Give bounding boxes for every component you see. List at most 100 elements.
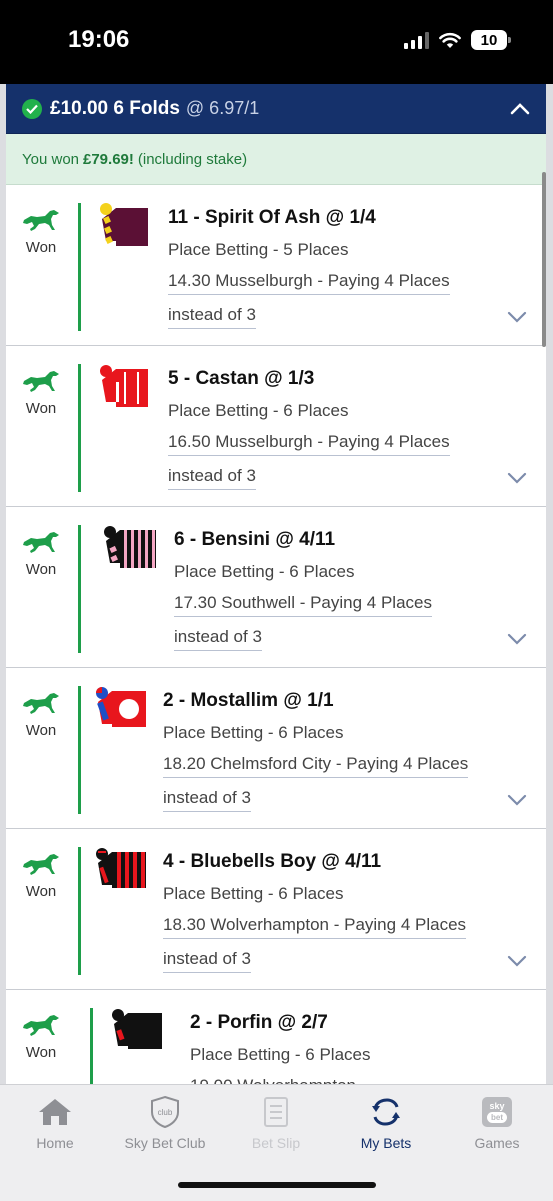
battery-icon: 10 [471,30,511,50]
jockey-silks-icon [96,848,146,888]
result-label: Won [25,883,57,900]
selection-event-note: instead of 3 [163,949,251,973]
racing-horse-icon [23,854,59,875]
jockey-silks-icon [100,365,148,407]
chevron-up-icon[interactable] [506,95,534,123]
scrollbar[interactable] [542,172,546,347]
result-indicator: Won [20,1012,62,1061]
tab-my-bets-label: My Bets [360,1135,412,1151]
selection-title: 5 - Castan @ 1/3 [168,368,315,389]
signal-icon [404,31,429,49]
racing-horse-icon [23,1015,59,1036]
tab-games-label: Games [474,1135,520,1151]
result-indicator: Won [20,690,62,739]
jockey-silks-icon [112,1009,162,1049]
selection-event: 18.20 Chelmsford City - Paying 4 Places [163,754,469,778]
result-indicator: Won [20,529,62,578]
result-indicator: Won [20,368,62,417]
selection-event-note: instead of 3 [168,466,256,490]
selection-title: 11 - Spirit Of Ash @ 1/4 [168,207,376,228]
selection-row[interactable]: Won 5 - Castan @ 1/3 Place Betting - 6 P… [6,346,546,507]
result-label: Won [25,1044,57,1061]
selection-row[interactable]: Won 6 - Bensini @ 4/11 Place Betting - 6… [6,507,546,668]
bet-header[interactable]: £10.00 6 Folds @ 6.97/1 [6,84,546,134]
selection-event-note: instead of 3 [168,305,256,329]
result-divider [78,686,81,814]
result-divider [78,364,81,492]
selection-market: Place Betting - 6 Places [190,1045,371,1064]
win-banner: You won £79.69! (including stake) [6,134,546,185]
tab-sky-bet-club-label: Sky Bet Club [124,1135,206,1151]
selection-title: 6 - Bensini @ 4/11 [174,529,336,550]
bet-panel: £10.00 6 Folds @ 6.97/1 You won £79.69! … [6,84,546,1084]
jockey-silks-icon [100,203,148,246]
selection-title: 4 - Bluebells Boy @ 4/11 [163,851,382,872]
selection-event-note: instead of 3 [163,788,251,812]
selection-title: 2 - Porfin @ 2/7 [190,1012,328,1033]
status-bar: 19:06 10 [0,0,553,84]
chevron-down-icon[interactable] [506,309,528,325]
tab-home[interactable]: Home [5,1097,105,1151]
club-badge-text: club [158,1108,173,1117]
bet-title: £10.00 6 Folds [50,97,180,119]
win-suffix: (including stake) [137,150,248,168]
result-divider [78,525,81,653]
selection-market: Place Betting - 6 Places [174,562,355,581]
win-amount: £79.69! [83,150,134,168]
bet-slip-icon [264,1097,288,1127]
tab-my-bets[interactable]: My Bets [336,1097,436,1151]
bet-odds: @ 6.97/1 [185,98,260,118]
result-divider [90,1008,93,1084]
selection-event: 18.30 Wolverhampton - Paying 4 Places [163,915,467,939]
result-indicator: Won [20,851,62,900]
tab-bet-slip[interactable]: Bet Slip [226,1097,326,1151]
sky-bet-games-icon: sky bet [482,1097,512,1127]
racing-horse-icon [23,693,59,714]
tab-bet-slip-label: Bet Slip [251,1135,301,1151]
status-icons: 10 [404,30,511,50]
selection-event-note: instead of 3 [174,627,262,651]
selection-row[interactable]: Won 2 - Porfin @ 2/7 Place Betting - 6 P… [6,990,546,1084]
home-indicator [178,1182,376,1188]
result-label: Won [25,239,57,256]
selection-title: 2 - Mostallim @ 1/1 [163,690,334,711]
result-label: Won [25,561,57,578]
racing-horse-icon [23,532,59,553]
games-icon-bottom: bet [487,1112,507,1123]
result-indicator: Won [20,207,62,256]
tab-sky-bet-club[interactable]: club Sky Bet Club [115,1095,215,1151]
club-shield-icon: club [151,1095,179,1129]
home-icon [39,1099,71,1125]
games-icon-top: sky [489,1101,505,1111]
racing-horse-icon [23,371,59,392]
my-bets-arrows-icon [372,1098,400,1126]
wifi-icon [439,32,461,48]
selection-event: 14.30 Musselburgh - Paying 4 Places [168,271,450,295]
selections-list: Won 11 - Spirit Of Ash @ 1/4 Place Betti… [6,185,546,1084]
selection-row[interactable]: Won 2 - Mostallim @ 1/1 Place Betting - … [6,668,546,829]
tab-home-label: Home [36,1135,74,1151]
selection-market: Place Betting - 5 Places [168,240,349,259]
selection-market: Place Betting - 6 Places [168,401,349,420]
check-circle-icon [22,98,42,119]
racing-horse-icon [23,210,59,231]
selection-event: 19.00 Wolverhampton [190,1076,356,1084]
chevron-down-icon[interactable] [506,953,528,969]
chevron-down-icon[interactable] [506,470,528,486]
result-label: Won [25,722,57,739]
win-prefix: You won [22,150,79,168]
chevron-down-icon[interactable] [506,792,528,808]
status-time: 19:06 [68,26,130,53]
chevron-down-icon[interactable] [506,631,528,647]
result-divider [78,203,81,331]
selection-event: 16.50 Musselburgh - Paying 4 Places [168,432,450,456]
selection-market: Place Betting - 6 Places [163,723,344,742]
selection-event: 17.30 Southwell - Paying 4 Places [174,593,432,617]
jockey-silks-icon [104,526,156,568]
selection-market: Place Betting - 6 Places [163,884,344,903]
selection-row[interactable]: Won 4 - Bluebells Boy @ 4/11 Place Betti… [6,829,546,990]
selection-row[interactable]: Won 11 - Spirit Of Ash @ 1/4 Place Betti… [6,185,546,346]
jockey-silks-icon [96,687,146,727]
tab-games[interactable]: sky bet Games [447,1097,547,1151]
result-divider [78,847,81,975]
